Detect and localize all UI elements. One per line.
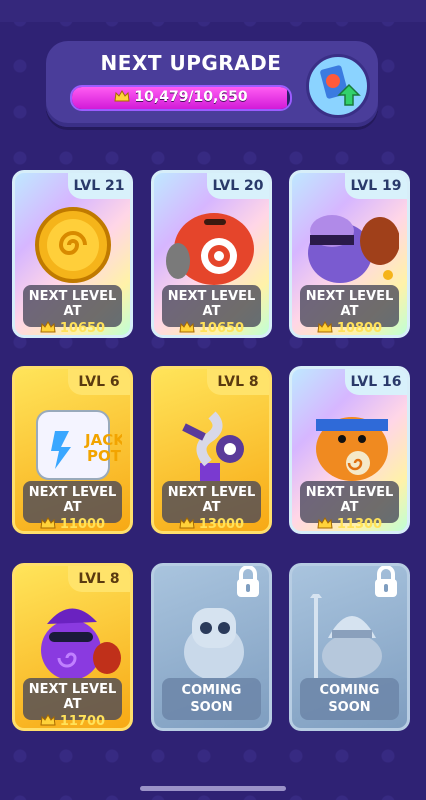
next-upgrade-panel: NEXT UPGRADE 10,479/10,650 (46, 41, 378, 127)
card-info-label: COMING (319, 683, 380, 698)
character-card[interactable]: LVL 16 NEXT LEVEL AT 11300 (289, 366, 410, 534)
crown-icon (40, 321, 56, 333)
character-card[interactable]: LVL 8 NEXT LEVEL AT 11700 (12, 563, 133, 731)
home-indicator (140, 786, 286, 791)
card-info-value: 10650 (59, 321, 106, 336)
upgrade-progress-bar: 10,479/10,650 (70, 85, 292, 111)
padlock-icon (375, 566, 397, 597)
card-upgrade-icon (320, 65, 361, 106)
jack-in-box-art (182, 411, 244, 481)
card-info-box: NEXT LEVEL AT 10800 (300, 285, 399, 335)
crown-icon (317, 517, 333, 529)
card-level-badge: LVL 20 (207, 173, 269, 199)
crown-icon (114, 90, 130, 102)
character-card[interactable]: LVL 20 NEXT LEVEL AT 10650 (151, 170, 272, 338)
jackpot-dice-art: JACKPOT (36, 410, 122, 480)
card-info-box: COMING SOON (162, 678, 261, 720)
card-info-label: NEXT LEVEL AT (28, 485, 117, 515)
card-info-value: SOON (328, 700, 371, 715)
card-info-label: NEXT LEVEL AT (28, 682, 117, 712)
card-info-value: 11000 (59, 517, 106, 532)
upgrade-progress-text: 10,479/10,650 (134, 89, 248, 105)
card-level-badge: LVL 16 (345, 369, 407, 395)
card-info-box: NEXT LEVEL AT 11700 (23, 678, 122, 728)
card-info-label: NEXT LEVEL AT (167, 289, 256, 319)
card-info-value: 11300 (336, 517, 383, 532)
crown-icon (317, 321, 333, 333)
locked-bear-art (184, 608, 244, 678)
card-info-box: NEXT LEVEL AT 10650 (23, 285, 122, 335)
character-card[interactable]: LVL 8 NEXT LEVEL AT 13000 (151, 366, 272, 534)
next-upgrade-title: NEXT UPGRADE (100, 51, 282, 75)
locked-knight-art (310, 594, 382, 678)
upgrade-card-button[interactable] (306, 54, 370, 118)
purple-jester-monster-art (41, 608, 121, 678)
card-level-badge: LVL 6 (68, 369, 130, 395)
card-info-box: NEXT LEVEL AT 11300 (300, 481, 399, 531)
card-info-box: NEXT LEVEL AT 11000 (23, 481, 122, 531)
gold-coin-art (35, 207, 111, 283)
status-bar (0, 0, 426, 22)
crown-icon (40, 714, 56, 726)
card-level-badge: LVL 8 (68, 566, 130, 592)
crown-icon (40, 517, 56, 529)
card-info-value: 13000 (198, 517, 245, 532)
card-info-label: NEXT LEVEL AT (167, 485, 256, 515)
character-card[interactable]: LVL 19 NEXT LEVEL AT 10800 (289, 170, 410, 338)
card-info-value: 11700 (59, 714, 106, 729)
purple-thief-hippo-art (308, 215, 399, 283)
card-info-label: NEXT LEVEL AT (305, 289, 394, 319)
card-level-badge: LVL 21 (68, 173, 130, 199)
card-level-badge: LVL 19 (345, 173, 407, 199)
padlock-icon (237, 566, 259, 597)
card-info-box: COMING SOON (300, 678, 399, 720)
card-level-badge: LVL 8 (207, 369, 269, 395)
character-card[interactable]: LVL 6 JACK POT NEXT LEVEL AT 11000 (12, 366, 133, 534)
card-info-label: NEXT LEVEL AT (28, 289, 117, 319)
character-card[interactable]: LVL 21 NEXT LEVEL AT 10650 (12, 170, 133, 338)
card-info-value: SOON (190, 700, 233, 715)
crown-icon (179, 321, 195, 333)
locked-card[interactable]: COMING SOON (151, 563, 272, 731)
svg-text:POT: POT (87, 447, 122, 465)
card-info-box: NEXT LEVEL AT 10650 (162, 285, 261, 335)
card-info-value: 10800 (336, 321, 383, 336)
crown-icon (179, 517, 195, 529)
red-target-monster-art (166, 213, 254, 285)
orange-ninja-monster-art (316, 417, 388, 481)
card-info-box: NEXT LEVEL AT 13000 (162, 481, 261, 531)
card-info-value: 10650 (198, 321, 245, 336)
locked-card[interactable]: COMING SOON (289, 563, 410, 731)
card-info-label: COMING (181, 683, 242, 698)
card-info-label: NEXT LEVEL AT (305, 485, 394, 515)
